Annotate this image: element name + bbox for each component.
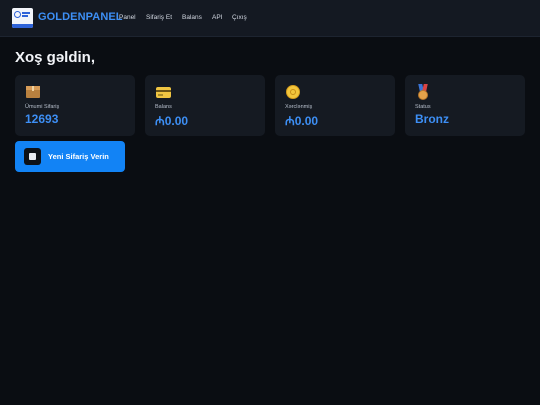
package-icon (25, 84, 41, 100)
stat-value: 12693 (25, 112, 59, 126)
new-order-label: Yeni Sifariş Verin (48, 152, 109, 161)
coin-icon (285, 84, 301, 100)
order-icon (24, 148, 41, 165)
new-order-button[interactable]: Yeni Sifariş Verin (15, 141, 125, 172)
stat-card-balance: Balans ₼0.00 (145, 75, 265, 136)
brand-logo[interactable] (12, 8, 33, 28)
stat-card-spent: Xərclənmiş ₼0.00 (275, 75, 395, 136)
medal-icon (415, 84, 431, 100)
stat-card-status: Status Bronz (405, 75, 525, 136)
top-navbar: GOLDENPANEL Panel Sifariş Et Balans API … (0, 0, 540, 37)
nav-link-panel[interactable]: Panel (119, 14, 136, 21)
stat-value: ₼0.00 (285, 114, 319, 128)
welcome-heading: Xoş gəldin, (15, 49, 96, 66)
stat-label: Status (415, 104, 431, 110)
stat-value: Bronz (415, 112, 449, 126)
stat-label: Balans (155, 104, 172, 110)
stat-card-total-orders: Ümumi Sifariş 12693 (15, 75, 135, 136)
nav-link-order[interactable]: Sifariş Et (146, 14, 172, 21)
nav-link-api[interactable]: API (212, 14, 222, 21)
stat-label: Ümumi Sifariş (25, 104, 60, 110)
credit-card-icon (155, 84, 171, 100)
stat-value: ₼0.00 (155, 114, 189, 128)
stat-label: Xərclənmiş (285, 104, 313, 110)
nav-link-logout[interactable]: Çıxış (232, 14, 247, 21)
brand-name[interactable]: GOLDENPANEL (38, 11, 123, 23)
nav-link-balance[interactable]: Balans (182, 14, 202, 21)
